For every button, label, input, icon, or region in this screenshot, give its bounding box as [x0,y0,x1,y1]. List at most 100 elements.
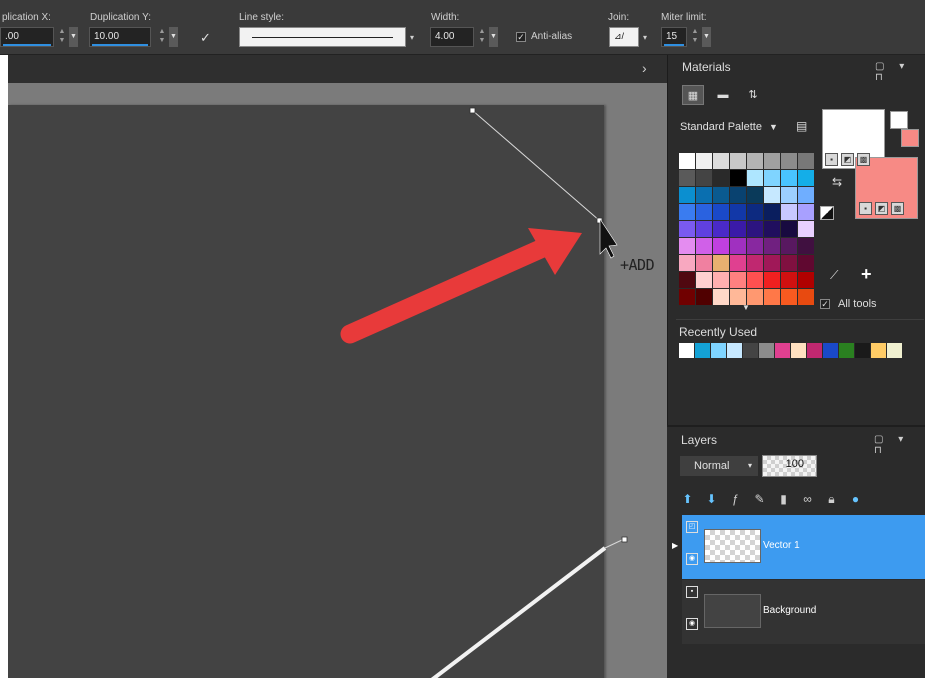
color-swatch[interactable] [713,272,729,288]
color-swatch[interactable] [764,187,780,203]
color-swatch[interactable] [679,238,695,254]
color-swatch[interactable] [713,204,729,220]
new-mask-layer-icon[interactable]: ✎ [751,491,768,508]
line-style-chevron-down-icon[interactable]: ▾ [410,33,414,42]
delete-layer-icon[interactable]: ▮ [775,491,792,508]
color-swatch[interactable] [781,272,797,288]
color-swatch[interactable] [713,170,729,186]
lock-layer-icon[interactable]: 🔒︎ [823,491,840,508]
color-swatch[interactable] [696,289,712,305]
color-swatch[interactable] [798,170,814,186]
color-swatch[interactable] [747,221,763,237]
new-raster-layer-icon[interactable]: ⬆ [679,491,696,508]
rainbow-picker-icon[interactable]: ▬ [712,85,734,105]
miter-limit-dropdown-button[interactable]: ▼ [702,27,711,47]
color-swatch[interactable] [696,272,712,288]
recent-color-swatch[interactable] [759,343,774,358]
new-vector-layer-icon[interactable]: ⬇ [703,491,720,508]
reset-colors-icon[interactable] [820,206,834,220]
layer-visibility-eye-icon[interactable]: ◉ [686,553,698,565]
recent-color-swatch[interactable] [679,343,694,358]
color-swatch[interactable] [730,187,746,203]
color-swatch[interactable] [747,170,763,186]
recent-color-swatch[interactable] [791,343,806,358]
duplication-x-input[interactable]: .00 [0,27,54,47]
blend-mode-select[interactable]: Normal ▾ [680,456,758,476]
color-swatch[interactable] [798,221,814,237]
recent-color-swatch[interactable] [743,343,758,358]
join-chevron-down-icon[interactable]: ▾ [643,33,647,42]
background-properties-swatch[interactable] [901,129,919,147]
recent-color-swatch[interactable] [711,343,726,358]
color-swatch[interactable] [764,255,780,271]
palette-more-chevron-down-icon[interactable]: ▼ [742,303,750,312]
link-layer-icon[interactable]: ∞ [799,491,816,508]
color-swatch[interactable] [798,289,814,305]
color-swatch[interactable] [747,272,763,288]
color-swatch[interactable] [798,238,814,254]
layer-opacity-input[interactable]: 100 [762,455,817,477]
color-swatch[interactable] [679,204,695,220]
color-swatch[interactable] [730,170,746,186]
width-input[interactable]: 4.00 [430,27,474,47]
recent-color-swatch[interactable] [823,343,838,358]
layers-panel-menu-icon[interactable]: ▢ ▾ ⊓ [874,434,925,456]
color-swatch[interactable] [747,238,763,254]
line-style-select[interactable] [239,27,406,47]
bezier-handle-node[interactable] [469,107,476,114]
color-swatch[interactable] [798,187,814,203]
color-swatch[interactable] [781,187,797,203]
duplication-y-input[interactable]: 10.00 [89,27,151,47]
anti-alias-checkbox[interactable]: ✓ [516,32,526,42]
color-swatch[interactable] [764,153,780,169]
duplication-y-dropdown-button[interactable]: ▼ [169,27,178,47]
recent-color-swatch[interactable] [839,343,854,358]
color-swatch[interactable] [713,238,729,254]
duplication-x-spinner[interactable]: ▲ ▼ [57,27,67,47]
color-swatch[interactable] [713,255,729,271]
materials-panel-menu-icon[interactable]: ▢ ▾ ⊓ [875,61,925,83]
vector-path-segment[interactable] [425,546,607,678]
pattern-style-icon[interactable]: ▩ [857,153,870,166]
color-swatch[interactable] [713,221,729,237]
color-swatch[interactable] [730,221,746,237]
width-dropdown-button[interactable]: ▼ [489,27,498,47]
color-swatch[interactable] [679,272,695,288]
layer-properties-icon[interactable]: ● [847,491,864,508]
all-tools-checkbox[interactable]: ✓ [820,299,830,309]
color-swatch[interactable] [764,221,780,237]
recent-color-swatch[interactable] [727,343,742,358]
color-swatch[interactable] [781,170,797,186]
gradient-style-icon[interactable]: ◩ [841,153,854,166]
color-swatch[interactable] [713,153,729,169]
duplication-x-dropdown-button[interactable]: ▼ [69,27,78,47]
color-swatch[interactable] [764,272,780,288]
color-swatch[interactable] [679,187,695,203]
miter-limit-input[interactable]: 15 [661,27,687,47]
color-swatch[interactable] [730,153,746,169]
width-spinner[interactable]: ▲ ▼ [477,27,487,47]
color-swatch[interactable] [747,153,763,169]
color-swatch[interactable] [696,255,712,271]
color-swatch[interactable] [764,204,780,220]
recent-color-swatch[interactable] [695,343,710,358]
color-swatch[interactable] [730,272,746,288]
recent-color-swatch[interactable] [871,343,886,358]
color-swatch[interactable] [798,272,814,288]
color-swatch[interactable] [679,289,695,305]
eyedropper-icon[interactable]: ⟋ [830,268,838,283]
add-swatch-plus-icon[interactable]: + [861,264,872,285]
duplication-y-spinner[interactable]: ▲ ▼ [157,27,167,47]
color-swatch[interactable] [781,255,797,271]
color-swatch[interactable] [781,221,797,237]
color-swatch[interactable] [696,153,712,169]
layer-row-background[interactable]: ▪ ◉ Background [682,580,925,644]
color-swatch[interactable] [747,204,763,220]
color-swatch[interactable] [781,289,797,305]
color-swatch[interactable] [696,187,712,203]
layer-expand-chevron-right-icon[interactable]: ▶ [672,541,678,550]
color-swatch[interactable] [730,255,746,271]
color-swatch[interactable] [696,238,712,254]
color-swatch[interactable] [798,255,814,271]
recent-color-swatch[interactable] [887,343,902,358]
